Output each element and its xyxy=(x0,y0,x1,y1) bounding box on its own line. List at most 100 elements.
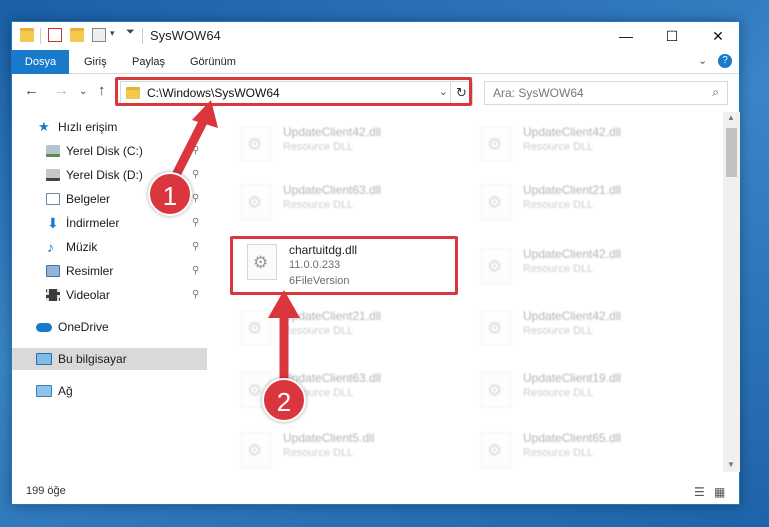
divider xyxy=(40,28,41,44)
computer-icon xyxy=(36,353,52,365)
search-box[interactable]: Ara: SysWOW64 ⌕ xyxy=(484,81,728,105)
drive-icon xyxy=(46,145,60,157)
file-tile[interactable]: UpdateClient63.dll Resource DLL xyxy=(237,178,467,228)
sidebar-item-label: Belgeler xyxy=(66,192,111,206)
ribbon-expand-icon[interactable]: ⌄ xyxy=(698,54,707,67)
tiles-view-icon[interactable]: ▦ xyxy=(714,485,725,499)
forward-button[interactable]: → xyxy=(54,82,69,99)
file-tile[interactable]: UpdateClient5.dll Resource DLL xyxy=(237,426,467,472)
music-icon: ♪ xyxy=(47,239,54,255)
file-type: Resource DLL xyxy=(283,199,354,211)
sidebar-item-downloads[interactable]: ⬇ İndirmeler ⚲ xyxy=(12,212,207,234)
sidebar-item-label: Yerel Disk (C:) xyxy=(66,144,143,158)
step-badge-2: 2 xyxy=(262,378,306,422)
scroll-up-icon[interactable]: ▲ xyxy=(727,113,735,122)
quick-access-customize-icon[interactable] xyxy=(92,28,106,42)
file-name: UpdateClient65.dll xyxy=(523,431,622,445)
search-input[interactable]: Ara: SysWOW64 xyxy=(493,86,584,100)
maximize-button[interactable]: ☐ xyxy=(649,22,695,50)
dll-file-icon xyxy=(481,372,511,408)
file-type: Resource DLL xyxy=(523,387,594,399)
pin-icon: ⚲ xyxy=(192,193,200,204)
file-tile[interactable]: UpdateClient21.dll Resource DLL xyxy=(477,178,707,228)
file-name: UpdateClient42.dll xyxy=(523,309,622,323)
minimize-button[interactable]: — xyxy=(603,22,649,50)
cloud-icon xyxy=(36,323,52,332)
file-type: Resource DLL xyxy=(523,141,594,153)
sidebar-item-label: OneDrive xyxy=(58,320,109,334)
file-name: UpdateClient42.dll xyxy=(523,247,622,261)
star-icon: ★ xyxy=(38,119,50,134)
pin-icon: ⚲ xyxy=(192,289,200,300)
tab-file[interactable]: Dosya xyxy=(12,50,69,74)
videos-icon xyxy=(46,289,60,301)
pin-icon: ⚲ xyxy=(192,217,200,228)
close-button[interactable]: ✕ xyxy=(695,22,741,50)
file-type: Resource DLL xyxy=(523,199,594,211)
quick-access-dropdown-icon[interactable]: ⏷ xyxy=(126,26,135,39)
file-name: UpdateClient42.dll xyxy=(283,125,382,139)
sidebar-item-label: İndirmeler xyxy=(66,216,120,230)
file-type: Resource DLL xyxy=(283,141,354,153)
file-name: UpdateClient63.dll xyxy=(283,183,382,197)
pin-icon: ⚲ xyxy=(192,265,200,276)
tab-share[interactable]: Paylaş xyxy=(122,50,175,74)
sidebar-item-this-pc[interactable]: Bu bilgisayar xyxy=(12,348,207,370)
sidebar-item-label: Resimler xyxy=(66,264,114,278)
up-button[interactable]: ↑ xyxy=(98,82,106,99)
sidebar-item-label: Ağ xyxy=(58,384,73,398)
sidebar-item-label: Yerel Disk (D:) xyxy=(66,168,143,182)
sidebar-item-label: Bu bilgisayar xyxy=(58,352,127,366)
sidebar-item-label: Müzik xyxy=(66,240,98,254)
search-icon[interactable]: ⌕ xyxy=(712,85,719,100)
vertical-scrollbar[interactable]: ▲ ▼ xyxy=(723,112,740,472)
tab-view[interactable]: Görünüm xyxy=(180,50,246,74)
file-type: Resource DLL xyxy=(523,325,594,337)
help-icon[interactable]: ? xyxy=(718,54,732,68)
sidebar-item-pictures[interactable]: Resimler ⚲ xyxy=(12,260,207,282)
sidebar-item-onedrive[interactable]: OneDrive xyxy=(12,316,207,338)
back-button[interactable]: ← xyxy=(24,82,39,99)
scroll-thumb[interactable] xyxy=(726,128,737,177)
title-bar: ▾ ⏷ SysWOW64 — ☐ ✕ xyxy=(12,22,739,50)
file-type: Resource DLL xyxy=(523,263,594,275)
file-name: UpdateClient5.dll xyxy=(283,431,375,445)
dll-file-icon xyxy=(241,126,271,162)
sidebar-item-music[interactable]: ♪ Müzik ⚲ xyxy=(12,236,207,258)
sidebar-item-network[interactable]: Ağ xyxy=(12,380,207,402)
file-tile[interactable]: UpdateClient65.dll Resource DLL xyxy=(477,426,707,472)
drive-icon xyxy=(46,169,60,181)
dll-file-icon xyxy=(481,184,511,220)
file-name: UpdateClient21.dll xyxy=(523,183,622,197)
scroll-down-icon[interactable]: ▼ xyxy=(727,460,735,469)
arrow-head xyxy=(192,100,218,128)
network-icon xyxy=(36,385,52,397)
file-tile[interactable]: UpdateClient42.dll Resource DLL xyxy=(477,304,707,354)
file-name: UpdateClient42.dll xyxy=(523,125,622,139)
sidebar-item-videos[interactable]: Videolar ⚲ xyxy=(12,284,207,306)
pictures-icon xyxy=(46,265,60,277)
tab-home[interactable]: Giriş xyxy=(74,50,117,74)
item-count: 199 öğe xyxy=(26,485,66,497)
documents-icon xyxy=(46,193,60,205)
chevron-down-icon[interactable]: ▾ xyxy=(110,28,115,39)
file-tile[interactable]: UpdateClient19.dll Resource DLL xyxy=(477,366,707,416)
properties-icon[interactable] xyxy=(48,28,62,42)
pin-icon: ⚲ xyxy=(192,241,200,252)
status-bar: 199 öğe ☰ ▦ xyxy=(12,481,739,505)
dll-file-icon xyxy=(481,432,511,468)
recent-locations-icon[interactable]: ⌄ xyxy=(79,86,87,97)
file-tile[interactable]: UpdateClient42.dll Resource DLL xyxy=(477,242,707,292)
downloads-icon: ⬇ xyxy=(47,215,59,231)
sidebar-item-label: Hızlı erişim xyxy=(58,120,118,134)
file-type: Resource DLL xyxy=(283,447,354,459)
file-tile[interactable]: UpdateClient42.dll Resource DLL xyxy=(477,120,707,170)
new-folder-icon[interactable] xyxy=(70,28,84,42)
folder-icon xyxy=(20,28,34,42)
dll-file-icon xyxy=(241,432,271,468)
arrow-2 xyxy=(268,290,300,388)
details-view-icon[interactable]: ☰ xyxy=(694,485,705,499)
file-tile[interactable]: UpdateClient42.dll Resource DLL xyxy=(237,120,467,170)
file-name: UpdateClient19.dll xyxy=(523,371,622,385)
ribbon-tabs: Dosya Giriş Paylaş Görünüm ⌄ ? xyxy=(12,50,739,74)
